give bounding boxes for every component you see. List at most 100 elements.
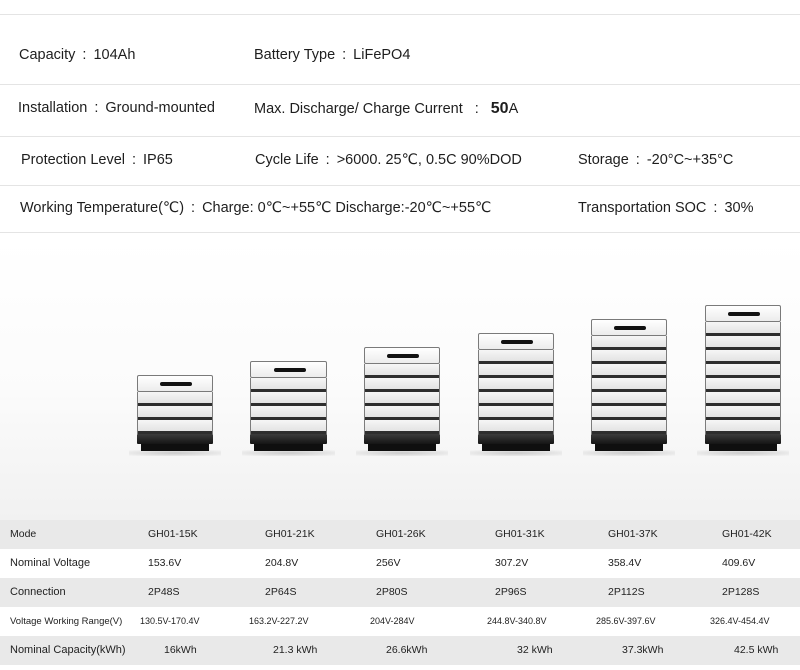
battery-module bbox=[250, 378, 327, 392]
connection-row: Connection 2P48S 2P64S 2P80S 2P96S 2P112S 2P12… bbox=[0, 578, 800, 607]
max-current-value: 50 bbox=[490, 100, 509, 117]
table-cell: 256V bbox=[376, 557, 401, 569]
control-module bbox=[364, 347, 440, 364]
battery-module bbox=[705, 378, 781, 392]
battery-stack bbox=[583, 319, 675, 456]
storage-value: -20°C~+35°C bbox=[646, 152, 734, 168]
control-module bbox=[591, 319, 667, 336]
stack-shadow bbox=[697, 450, 789, 456]
battery-module bbox=[137, 392, 213, 406]
table-cell: 204.8V bbox=[265, 557, 299, 569]
control-module bbox=[250, 361, 327, 378]
stack-shadow bbox=[129, 450, 221, 456]
table-cell: 285.6V-397.6V bbox=[596, 616, 656, 626]
battery-module bbox=[478, 420, 554, 434]
table-cell: 244.8V-340.8V bbox=[487, 616, 547, 626]
battery-module bbox=[137, 420, 213, 434]
stack-base bbox=[591, 434, 667, 444]
working-temp-spec: Working Temperature(℃): Charge: 0℃~+55℃ D… bbox=[20, 200, 492, 216]
working-temp-label: Working Temperature(℃) bbox=[20, 200, 185, 216]
storage-spec: Storage: -20°C~+35°C bbox=[578, 152, 734, 168]
table-cell: 2P64S bbox=[265, 586, 297, 598]
transport-soc-label: Transportation SOC bbox=[578, 200, 707, 216]
battery-module bbox=[250, 392, 327, 406]
table-cell: 326.4V-454.4V bbox=[710, 616, 770, 626]
battery-module bbox=[364, 378, 440, 392]
voltage-range-row: Voltage Working Range(V) 130.5V-170.4V 163… bbox=[0, 607, 800, 636]
max-current-label: Max. Discharge/ Charge Current bbox=[254, 101, 463, 117]
table-cell: 37.3kWh bbox=[622, 644, 664, 656]
table-cell: GH01-26K bbox=[376, 528, 426, 540]
table-cell: 21.3 kWh bbox=[273, 644, 318, 656]
max-current-unit: A bbox=[508, 101, 519, 117]
battery-module bbox=[478, 378, 554, 392]
stack-shadow bbox=[242, 450, 335, 456]
battery-type-label: Battery Type bbox=[254, 47, 336, 63]
transport-soc-spec: Transportation SOC:30% bbox=[578, 200, 754, 216]
battery-module bbox=[705, 406, 781, 420]
table-cell: GH01-42K bbox=[722, 528, 772, 540]
battery-module bbox=[705, 364, 781, 378]
table-cell: GH01-15K bbox=[148, 528, 198, 540]
indicator-light-icon bbox=[273, 368, 306, 372]
row-label: Voltage Working Range(V) bbox=[10, 616, 123, 627]
battery-showcase bbox=[0, 238, 800, 520]
table-cell: GH01-21K bbox=[265, 528, 315, 540]
indicator-light-icon bbox=[614, 326, 646, 330]
battery-module bbox=[478, 406, 554, 420]
battery-module bbox=[364, 364, 440, 378]
indicator-light-icon bbox=[728, 312, 760, 316]
battery-module bbox=[137, 406, 213, 420]
battery-module bbox=[478, 350, 554, 364]
mode-row: Mode GH01-15K GH01-21K GH01-26K GH01-31K GH01… bbox=[0, 520, 800, 549]
spec-table: Mode GH01-15K GH01-21K GH01-26K GH01-31K GH01… bbox=[0, 520, 800, 665]
table-cell: 307.2V bbox=[495, 557, 529, 569]
control-module bbox=[705, 305, 781, 322]
battery-module bbox=[364, 392, 440, 406]
table-cell: 2P128S bbox=[722, 586, 760, 598]
battery-stack bbox=[129, 375, 221, 456]
cycle-life-spec: Cycle Life: >6000. 25℃, 0.5C 90%DOD bbox=[255, 152, 522, 168]
nominal-capacity-row: Nominal Capacity(kWh) 16kWh 21.3 kWh 26.6kW… bbox=[0, 636, 800, 665]
capacity-spec: Capacity:104Ah bbox=[19, 47, 136, 63]
battery-module bbox=[705, 336, 781, 350]
battery-stack bbox=[697, 305, 789, 456]
row-label: Nominal Voltage bbox=[10, 557, 91, 569]
battery-module bbox=[250, 406, 327, 420]
control-module bbox=[478, 333, 554, 350]
battery-module bbox=[705, 420, 781, 434]
max-current-spec: Max. Discharge/ Charge Current:50A bbox=[254, 100, 519, 117]
battery-module bbox=[478, 392, 554, 406]
table-cell: 2P48S bbox=[148, 586, 180, 598]
battery-stack bbox=[356, 347, 448, 456]
battery-module bbox=[591, 420, 667, 434]
battery-module bbox=[591, 336, 667, 350]
protection-spec: Protection Level: IP65 bbox=[21, 152, 173, 168]
control-module bbox=[137, 375, 213, 392]
table-cell: 204V-284V bbox=[370, 616, 415, 626]
battery-module bbox=[591, 378, 667, 392]
row-label: Mode bbox=[10, 528, 37, 540]
table-cell: 163.2V-227.2V bbox=[249, 616, 309, 626]
table-cell: 16kWh bbox=[164, 644, 197, 656]
installation-label: Installation bbox=[18, 100, 88, 116]
installation-value: Ground-mounted bbox=[105, 100, 215, 116]
indicator-light-icon bbox=[501, 340, 533, 344]
protection-label: Protection Level bbox=[21, 152, 125, 168]
battery-module bbox=[364, 420, 440, 434]
battery-module bbox=[591, 350, 667, 364]
battery-module bbox=[705, 350, 781, 364]
stack-base bbox=[364, 434, 440, 444]
table-cell: 42.5 kWh bbox=[734, 644, 779, 656]
installation-spec: Installation: Ground-mounted bbox=[18, 100, 215, 116]
table-cell: 2P96S bbox=[495, 586, 527, 598]
table-cell: GH01-31K bbox=[495, 528, 545, 540]
battery-module bbox=[364, 406, 440, 420]
stack-base bbox=[478, 434, 554, 444]
battery-module bbox=[478, 364, 554, 378]
battery-module bbox=[705, 322, 781, 336]
storage-label: Storage bbox=[578, 152, 629, 168]
battery-module bbox=[705, 392, 781, 406]
stack-base bbox=[137, 434, 213, 444]
row-label: Connection bbox=[10, 586, 66, 598]
